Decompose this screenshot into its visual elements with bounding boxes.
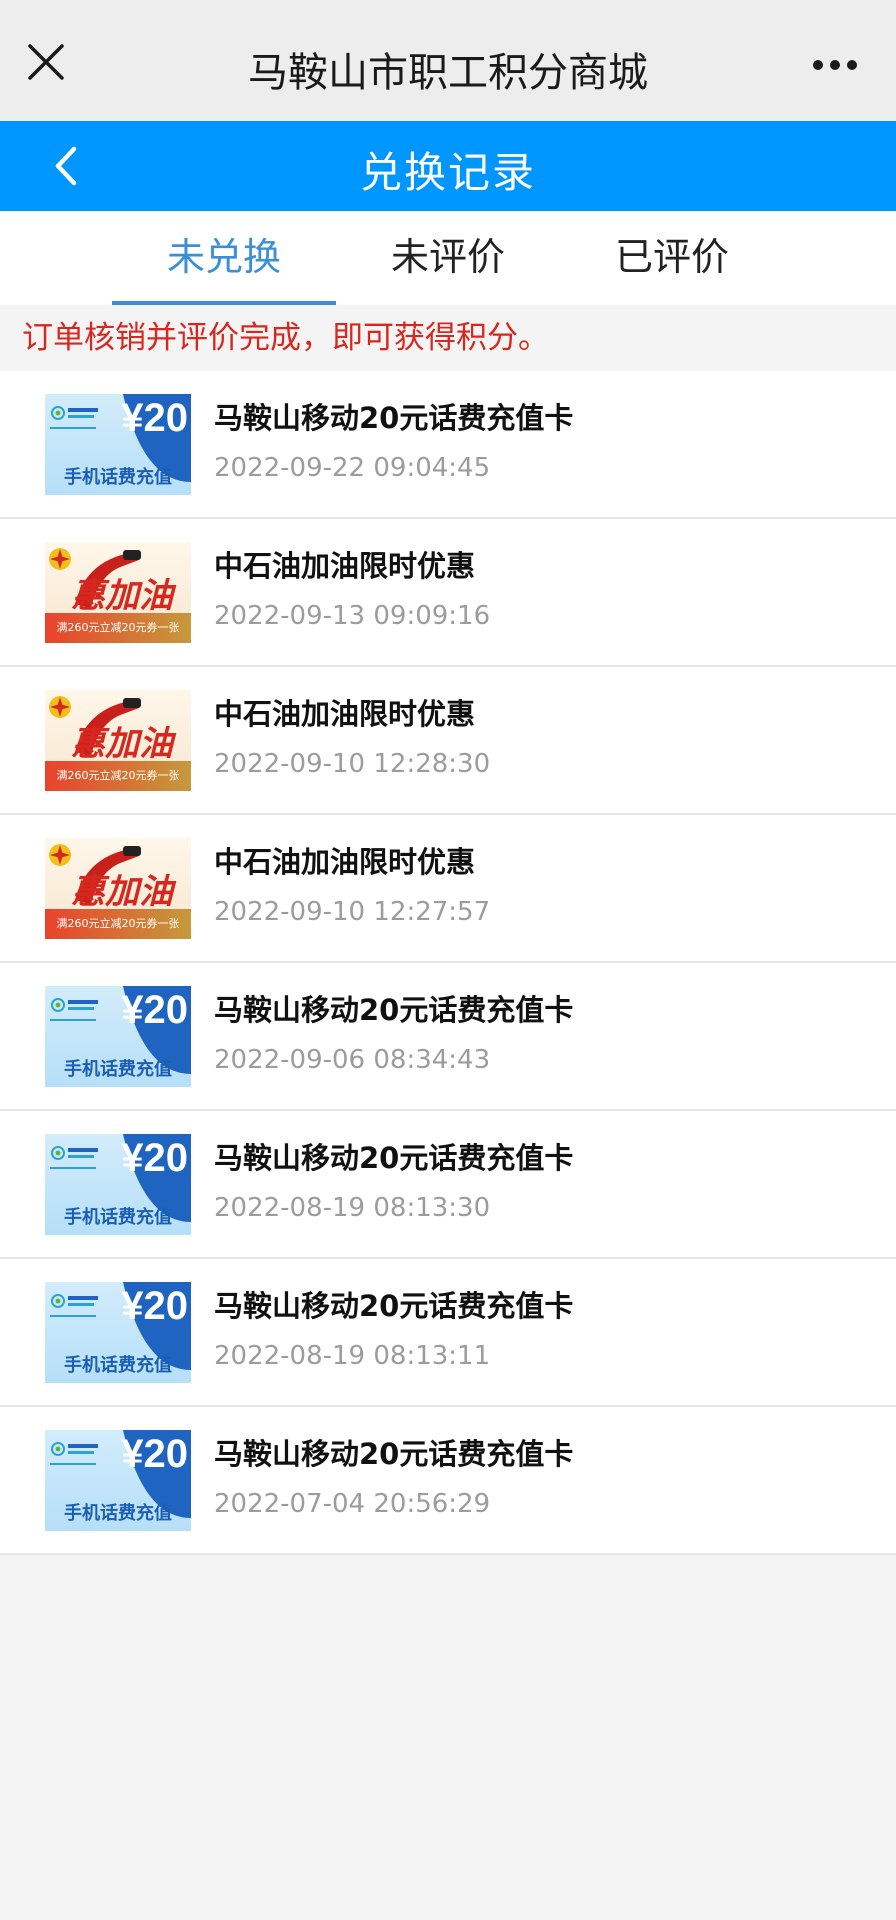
card-price: ¥20 <box>121 988 188 1032</box>
card-price: ¥20 <box>121 1432 188 1476</box>
fuel-promo-title: 惠加油 <box>71 724 173 764</box>
page-title: 兑换记录 <box>359 148 536 197</box>
product-name: 马鞍山移动20元话费充值卡 <box>214 1141 574 1175</box>
product-name: 马鞍山移动20元话费充值卡 <box>214 1437 574 1471</box>
china-mobile-logo-icon <box>50 1442 98 1465</box>
list-item[interactable]: ¥20 手机话费充值 马鞍山移动20元话费充值卡 2022-09-22 09:0… <box>0 371 896 519</box>
card-price: ¥20 <box>121 396 188 440</box>
card-label: 手机话费充值 <box>64 1059 172 1080</box>
product-thumbnail: 惠加油 满260元立减20元券一张 <box>45 838 191 939</box>
card-price: ¥20 <box>121 1136 188 1180</box>
tab-label: 已评价 <box>614 235 729 279</box>
list-item[interactable]: ¥20 手机话费充值 马鞍山移动20元话费充值卡 2022-07-04 20:5… <box>0 1407 896 1555</box>
tab-rated[interactable]: 已评价 <box>560 211 784 305</box>
list-item[interactable]: ¥20 手机话费充值 马鞍山移动20元话费充值卡 2022-09-06 08:3… <box>0 963 896 1111</box>
china-mobile-logo-icon <box>50 1294 98 1317</box>
order-time: 2022-08-19 08:13:11 <box>214 1341 491 1371</box>
china-mobile-logo-icon <box>50 406 98 429</box>
list-item[interactable]: 惠加油 满260元立减20元券一张 中石油加油限时优惠 2022-09-10 1… <box>0 667 896 815</box>
notice-text: 订单核销并评价完成，即可获得积分。 <box>0 305 896 371</box>
fuel-promo-title: 惠加油 <box>71 576 173 616</box>
order-list: ¥20 手机话费充值 马鞍山移动20元话费充值卡 2022-09-22 09:0… <box>0 371 896 1555</box>
list-item[interactable]: 惠加油 满260元立减20元券一张 中石油加油限时优惠 2022-09-13 0… <box>0 519 896 667</box>
product-thumbnail: ¥20 手机话费充值 <box>45 1134 191 1235</box>
fuel-promo-strip: 满260元立减20元券一张 <box>45 909 191 939</box>
tab-bar: 未兑换 未评价 已评价 <box>0 211 896 305</box>
order-time: 2022-09-10 12:27:57 <box>214 897 491 927</box>
webview-title: 马鞍山市职工积分商城 <box>248 50 648 96</box>
product-name: 马鞍山移动20元话费充值卡 <box>214 993 574 1027</box>
card-label: 手机话费充值 <box>64 1207 172 1228</box>
product-name: 中石油加油限时优惠 <box>214 845 476 879</box>
page-header: 兑换记录 <box>0 121 896 211</box>
list-item[interactable]: ¥20 手机话费充值 马鞍山移动20元话费充值卡 2022-08-19 08:1… <box>0 1111 896 1259</box>
tab-label: 未评价 <box>390 235 505 279</box>
china-mobile-logo-icon <box>50 998 98 1021</box>
product-name: 中石油加油限时优惠 <box>214 549 476 583</box>
fuel-promo-title: 惠加油 <box>71 872 173 912</box>
fuel-promo-strip: 满260元立减20元券一张 <box>45 761 191 791</box>
order-time: 2022-09-13 09:09:16 <box>214 601 491 631</box>
more-icon[interactable] <box>812 58 858 72</box>
card-label: 手机话费充值 <box>64 1503 172 1524</box>
list-item[interactable]: 惠加油 满260元立减20元券一张 中石油加油限时优惠 2022-09-10 1… <box>0 815 896 963</box>
product-thumbnail: ¥20 手机话费充值 <box>45 986 191 1087</box>
product-name: 马鞍山移动20元话费充值卡 <box>214 1289 574 1323</box>
product-thumbnail: 惠加油 满260元立减20元券一张 <box>45 542 191 643</box>
order-time: 2022-09-06 08:34:43 <box>214 1045 491 1075</box>
fuel-promo-strip: 满260元立减20元券一张 <box>45 613 191 643</box>
product-name: 中石油加油限时优惠 <box>214 697 476 731</box>
product-thumbnail: ¥20 手机话费充值 <box>45 1282 191 1383</box>
product-thumbnail: 惠加油 满260元立减20元券一张 <box>45 690 191 791</box>
order-time: 2022-07-04 20:56:29 <box>214 1489 491 1519</box>
product-thumbnail: ¥20 手机话费充值 <box>45 394 191 495</box>
card-price: ¥20 <box>121 1284 188 1328</box>
card-label: 手机话费充值 <box>64 467 172 488</box>
tab-unredeemed[interactable]: 未兑换 <box>112 211 336 305</box>
webview-titlebar: 马鞍山市职工积分商城 <box>0 0 896 121</box>
tab-unrated[interactable]: 未评价 <box>336 211 560 305</box>
tab-label: 未兑换 <box>166 235 281 279</box>
product-name: 马鞍山移动20元话费充值卡 <box>214 401 574 435</box>
card-label: 手机话费充值 <box>64 1355 172 1376</box>
order-time: 2022-09-10 12:28:30 <box>214 749 491 779</box>
product-thumbnail: ¥20 手机话费充值 <box>45 1430 191 1531</box>
order-time: 2022-09-22 09:04:45 <box>214 453 491 483</box>
order-time: 2022-08-19 08:13:30 <box>214 1193 491 1223</box>
china-mobile-logo-icon <box>50 1146 98 1169</box>
list-item[interactable]: ¥20 手机话费充值 马鞍山移动20元话费充值卡 2022-08-19 08:1… <box>0 1259 896 1407</box>
